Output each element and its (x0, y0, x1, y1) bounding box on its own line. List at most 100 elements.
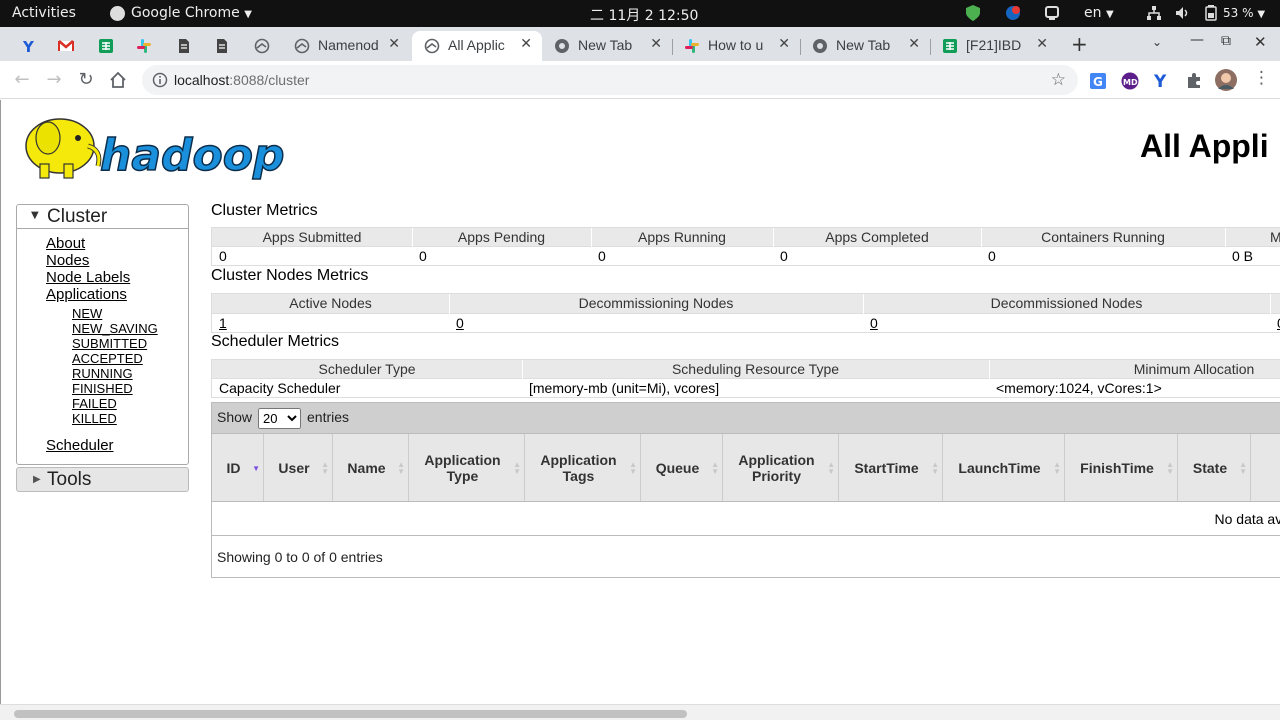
pinned-tab-globe[interactable] (246, 31, 278, 61)
back-icon[interactable]: ← (10, 69, 34, 91)
tab-how-to[interactable]: How to u ✕ (672, 31, 801, 61)
close-tab-icon[interactable]: ✕ (388, 36, 400, 52)
nav-link-state-new[interactable]: NEW (72, 306, 102, 321)
col-launch-time[interactable]: LaunchTime ▲ ▼ (943, 434, 1065, 501)
bookmark-star-icon[interactable]: ☆ (1051, 70, 1066, 90)
nav-link-state-finished[interactable]: FINISHED (72, 381, 133, 396)
tab-all-applications[interactable]: All Applic ✕ (412, 31, 542, 61)
nav-link-applications[interactable]: Applications (46, 286, 127, 303)
col-final-status[interactable]: Fi (1251, 434, 1280, 501)
shield-icon[interactable] (966, 5, 982, 21)
close-window-icon[interactable]: ✕ (1254, 33, 1267, 51)
nav-link-state-failed[interactable]: FAILED (72, 396, 117, 411)
link-decommissioned-nodes[interactable]: 0 (870, 315, 878, 331)
clock[interactable]: 二 11月 2 12:50 (590, 5, 698, 25)
nav-link-node-labels[interactable]: Node Labels (46, 269, 130, 286)
sort-icon: ▲ ▼ (321, 460, 329, 476)
new-tab-button[interactable]: + (1071, 32, 1088, 56)
expand-arrow-icon: ▶ (33, 474, 41, 485)
url-text[interactable]: localhost:8088/cluster (174, 72, 309, 88)
page-size-select[interactable]: 20 (258, 408, 301, 429)
col-application-type[interactable]: Application Type ▲ ▼ (409, 434, 525, 501)
battery-icon[interactable] (1204, 5, 1220, 21)
minimize-icon[interactable]: — (1190, 32, 1204, 48)
url-host: localhost (174, 72, 230, 88)
translate-icon[interactable]: G (1089, 72, 1107, 94)
app-menu-button[interactable]: Google Chrome ▼ (131, 5, 252, 21)
col-finish-time[interactable]: FinishTime ▲ ▼ (1065, 434, 1178, 501)
col-user[interactable]: User ▲ ▼ (264, 434, 333, 501)
col-queue[interactable]: Queue ▲ ▼ (641, 434, 723, 501)
nav-link-state-new-saving[interactable]: NEW_SAVING (72, 321, 158, 336)
hadoop-logo[interactable]: hadoop (18, 108, 318, 182)
tab-namenode[interactable]: Namenod ✕ (282, 31, 410, 61)
horizontal-scrollbar[interactable] (0, 704, 1280, 720)
nav-link-state-running[interactable]: RUNNING (72, 366, 133, 381)
markdown-extension-icon[interactable]: MD (1121, 72, 1139, 94)
pinned-tab-sheets[interactable] (90, 31, 122, 61)
tab-title: Namenod (318, 37, 379, 53)
reload-icon[interactable]: ↻ (74, 69, 98, 91)
address-bar[interactable]: localhost:8088/cluster ☆ (142, 65, 1078, 95)
scrollbar-thumb[interactable] (14, 710, 687, 718)
col-application-priority[interactable]: Application Priority ▲ ▼ (723, 434, 839, 501)
nav-link-about[interactable]: About (46, 235, 85, 252)
tab-new-tab[interactable]: New Tab ✕ (542, 31, 673, 61)
pinned-tab-gmail[interactable] (50, 31, 82, 61)
pinned-tab-yammer[interactable]: Y (14, 31, 46, 61)
entries-label: entries (307, 409, 350, 425)
extensions-puzzle-icon[interactable] (1185, 71, 1203, 93)
browser-toolbar: ← → ↻ localhost:8088/cluster ☆ G MD Y ⋮ (0, 61, 1280, 99)
display-icon[interactable] (1044, 5, 1060, 21)
chrome-menu-icon[interactable]: ⋮ (1253, 68, 1270, 88)
nav-link-scheduler[interactable]: Scheduler (46, 437, 114, 454)
close-tab-icon[interactable]: ✕ (520, 36, 532, 52)
sort-icon: ▲ ▼ (931, 460, 939, 476)
tab-f21ibd[interactable]: [F21]IBD ✕ (930, 31, 1058, 61)
sort-desc-icon: ▼ (252, 464, 260, 473)
col-queue-label: Queue (655, 459, 700, 476)
tools-nav-header[interactable]: ▶ Tools (16, 467, 189, 492)
col-state[interactable]: State ▲ ▼ (1178, 434, 1251, 501)
tab-search-icon[interactable]: ⌄ (1152, 35, 1162, 49)
network-icon[interactable] (1146, 5, 1162, 21)
col-apps-submitted: Apps Submitted (262, 229, 362, 245)
restore-icon[interactable]: ⧉ (1221, 33, 1231, 49)
close-tab-icon[interactable]: ✕ (1036, 36, 1048, 52)
link-decommissioning-nodes[interactable]: 0 (456, 315, 464, 331)
yammer-extension-icon[interactable]: Y (1153, 71, 1171, 93)
table-info: Showing 0 to 0 of 0 entries (217, 549, 383, 565)
col-user-label: User (278, 459, 310, 476)
nav-link-state-submitted[interactable]: SUBMITTED (72, 336, 147, 351)
info-icon[interactable] (152, 72, 168, 92)
sort-icon: ▲ ▼ (827, 460, 835, 476)
home-icon[interactable] (106, 69, 130, 91)
tab-new-tab-2[interactable]: New Tab ✕ (800, 31, 931, 61)
forward-icon[interactable]: → (42, 69, 66, 91)
link-active-nodes[interactable]: 1 (219, 315, 227, 331)
col-application-tags[interactable]: Application Tags ▲ ▼ (525, 434, 641, 501)
col-id[interactable]: ID ▼ (212, 434, 264, 501)
avatar[interactable] (1215, 69, 1237, 95)
col-name[interactable]: Name ▲ ▼ (333, 434, 409, 501)
close-tab-icon[interactable]: ✕ (650, 36, 662, 52)
nav-link-state-accepted[interactable]: ACCEPTED (72, 351, 143, 366)
value-apps-pending: 0 (419, 248, 427, 264)
language-indicator[interactable]: en ▼ (1084, 5, 1114, 21)
pinned-tab-doc2[interactable] (206, 31, 238, 61)
battery-percent[interactable]: 53 % ▼ (1223, 6, 1265, 20)
notification-icon[interactable] (1005, 5, 1021, 21)
activities-button[interactable]: Activities (12, 5, 76, 21)
pinned-tab-slack[interactable] (128, 31, 160, 61)
node-metrics-title: Cluster Nodes Metrics (211, 267, 369, 284)
nav-link-nodes[interactable]: Nodes (46, 252, 89, 269)
col-start-time[interactable]: StartTime ▲ ▼ (839, 434, 943, 501)
sort-icon: ▲ ▼ (1053, 460, 1061, 476)
pinned-tab-doc[interactable] (168, 31, 200, 61)
cluster-nav-header[interactable]: ▼ Cluster (17, 205, 188, 229)
sort-icon: ▲ ▼ (1239, 460, 1247, 476)
close-tab-icon[interactable]: ✕ (778, 36, 790, 52)
volume-icon[interactable] (1174, 5, 1190, 21)
nav-link-state-killed[interactable]: KILLED (72, 411, 117, 426)
close-tab-icon[interactable]: ✕ (908, 36, 920, 52)
